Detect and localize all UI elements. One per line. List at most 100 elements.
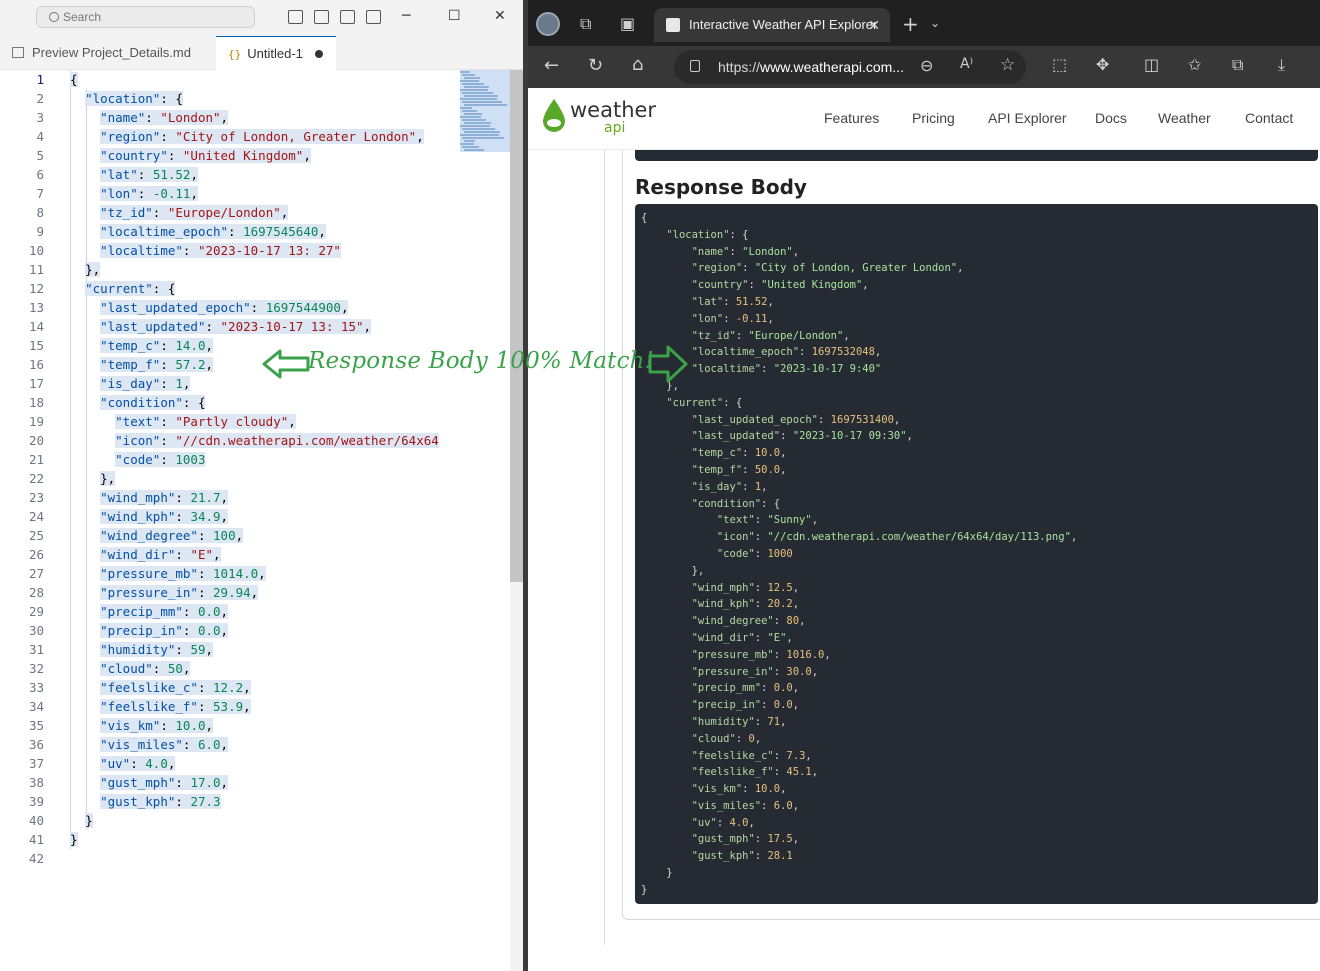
- code-line[interactable]: "condition": {: [70, 393, 452, 412]
- refresh-icon[interactable]: ↻: [588, 55, 603, 76]
- profile-avatar[interactable]: [536, 12, 560, 36]
- command-search-box[interactable]: Search: [36, 6, 255, 28]
- code-line[interactable]: "last_updated_epoch": 1697544900,: [70, 298, 452, 317]
- screenshot-icon[interactable]: ⬚: [1052, 55, 1067, 74]
- code-line[interactable]: "wind_mph": 21.7,: [70, 488, 452, 507]
- code-lines[interactable]: { "location": { "name": "London", "regio…: [70, 70, 452, 868]
- weatherapi-logo-icon[interactable]: [542, 98, 566, 132]
- code-line[interactable]: "localtime_epoch": 1697545640,: [70, 222, 452, 241]
- code-line[interactable]: "is_day": 1,: [70, 374, 452, 393]
- code-line[interactable]: "lat": 51.52,: [70, 165, 452, 184]
- response-body-code[interactable]: { "location": { "name": "London", "regio…: [635, 204, 1318, 904]
- code-line[interactable]: "precip_mm": 0.0,: [70, 602, 452, 621]
- code-line[interactable]: "wind_kph": 34.9,: [70, 507, 452, 526]
- code-line[interactable]: },: [70, 260, 452, 279]
- site-header: weather api Features Pricing API Explore…: [528, 88, 1320, 150]
- extensions-icon[interactable]: ✥: [1096, 55, 1109, 74]
- edge-browser-window: ⧉ ▣ Interactive Weather API Explorer ✕ +…: [528, 0, 1320, 971]
- code-line[interactable]: },: [70, 469, 452, 488]
- code-line[interactable]: [70, 849, 452, 868]
- code-line[interactable]: "icon": "//cdn.weatherapi.com/weather/64…: [70, 431, 452, 450]
- code-line[interactable]: "country": "United Kingdom",: [70, 146, 452, 165]
- response-line: "icon": "//cdn.weatherapi.com/weather/64…: [716, 531, 1078, 544]
- back-arrow-icon[interactable]: ←: [544, 55, 559, 76]
- code-line[interactable]: }: [70, 811, 452, 830]
- response-line: "cloud": 0,: [691, 732, 762, 745]
- minimap-line: [462, 101, 502, 103]
- code-line[interactable]: "last_updated": "2023-10-17 13: 15",: [70, 317, 452, 336]
- minimize-icon[interactable]: ─: [402, 8, 410, 24]
- address-bar[interactable]: https://www.weatherapi.com...: [674, 50, 1026, 84]
- code-line[interactable]: "cloud": 50,: [70, 659, 452, 678]
- toggle-panel-icon[interactable]: [314, 10, 329, 24]
- code-line[interactable]: {: [70, 70, 452, 89]
- nav-contact[interactable]: Contact: [1245, 110, 1293, 126]
- editor-scrollbar[interactable]: [510, 70, 523, 971]
- code-line[interactable]: "name": "London",: [70, 108, 452, 127]
- code-line[interactable]: "current": {: [70, 279, 452, 298]
- code-line[interactable]: "location": {: [70, 89, 452, 108]
- code-line[interactable]: "text": "Partly cloudy",: [70, 412, 452, 431]
- code-line[interactable]: "precip_in": 0.0,: [70, 621, 452, 640]
- toggle-primary-sidebar-icon[interactable]: [288, 10, 303, 24]
- code-line[interactable]: "feelslike_f": 53.9,: [70, 697, 452, 716]
- read-aloud-icon[interactable]: A⁾: [960, 56, 973, 72]
- downloads-icon[interactable]: ⤓: [1278, 55, 1285, 75]
- toggle-secondary-sidebar-icon[interactable]: [340, 10, 355, 24]
- code-line[interactable]: "localtime": "2023-10-17 13: 27": [70, 241, 452, 260]
- nav-weather[interactable]: Weather: [1158, 110, 1211, 126]
- code-line[interactable]: "tz_id": "Europe/London",: [70, 203, 452, 222]
- response-line: "gust_kph": 28.1: [691, 850, 793, 863]
- tab-preview-project-details[interactable]: Preview Project_Details.md: [0, 36, 215, 70]
- new-tab-icon[interactable]: +: [902, 12, 919, 36]
- line-number: 30: [28, 623, 44, 638]
- maximize-icon[interactable]: ☐: [448, 8, 461, 24]
- code-line[interactable]: "uv": 4.0,: [70, 754, 452, 773]
- code-line[interactable]: "vis_km": 10.0,: [70, 716, 452, 735]
- code-line[interactable]: "wind_dir": "E",: [70, 545, 452, 564]
- logo-wordmark[interactable]: weather: [570, 100, 656, 121]
- browser-tab-active[interactable]: Interactive Weather API Explorer ✕: [654, 8, 890, 42]
- home-icon[interactable]: ⌂: [632, 54, 643, 75]
- split-screen-icon[interactable]: ◫: [1144, 55, 1159, 74]
- nav-features[interactable]: Features: [824, 110, 879, 126]
- unsaved-dot-icon[interactable]: [314, 50, 323, 58]
- line-number: 23: [28, 490, 44, 505]
- workspaces-icon[interactable]: ⧉: [580, 14, 591, 34]
- collections-icon[interactable]: ⧉: [1232, 55, 1243, 75]
- code-editor[interactable]: 1 2 3 4 5 6 7 8 9 10 11 12 13 14 15 16 17 18 19 20 21 22 23 24 2…: [0, 70, 510, 971]
- nav-docs[interactable]: Docs: [1095, 110, 1127, 126]
- tab-untitled-1[interactable]: {} Untitled-1: [216, 36, 336, 70]
- minimap-line: [464, 122, 491, 124]
- lock-icon[interactable]: [690, 60, 700, 72]
- scrollbar-thumb[interactable]: [510, 70, 523, 582]
- nav-pricing[interactable]: Pricing: [912, 110, 955, 126]
- tab-list-chevron-down-icon[interactable]: ⌄: [930, 16, 940, 30]
- favorites-icon[interactable]: ✩: [1188, 55, 1201, 74]
- code-line[interactable]: }: [70, 830, 452, 849]
- minimap[interactable]: [460, 70, 510, 152]
- code-line[interactable]: "feelslike_c": 12.2,: [70, 678, 452, 697]
- response-line: "last_updated": "2023-10-17 09:30",: [691, 430, 913, 443]
- minimap-line: [462, 119, 486, 121]
- code-line[interactable]: "pressure_in": 29.94,: [70, 583, 452, 602]
- zoom-out-icon[interactable]: ⊖: [920, 56, 933, 75]
- close-tab-icon[interactable]: ✕: [868, 8, 880, 42]
- close-window-icon[interactable]: ✕: [494, 8, 506, 24]
- tab-actions-icon[interactable]: ▣: [620, 14, 635, 33]
- response-line: "name": "London",: [691, 245, 800, 258]
- code-line[interactable]: "humidity": 59,: [70, 640, 452, 659]
- logo-subtext[interactable]: api: [604, 120, 625, 136]
- code-line[interactable]: "wind_degree": 100,: [70, 526, 452, 545]
- code-line[interactable]: "vis_miles": 6.0,: [70, 735, 452, 754]
- code-line[interactable]: "region": "City of London, Greater Londo…: [70, 127, 452, 146]
- code-line[interactable]: "pressure_mb": 1014.0,: [70, 564, 452, 583]
- favorite-star-icon[interactable]: ☆: [1000, 55, 1015, 75]
- address-host: www.weatherapi.com...: [760, 59, 904, 75]
- code-line[interactable]: "lon": -0.11,: [70, 184, 452, 203]
- customize-layout-icon[interactable]: [366, 10, 381, 24]
- code-line[interactable]: "gust_kph": 27.3: [70, 792, 452, 811]
- code-line[interactable]: "gust_mph": 17.0,: [70, 773, 452, 792]
- nav-api-explorer[interactable]: API Explorer: [988, 110, 1067, 126]
- code-line[interactable]: "code": 1003: [70, 450, 452, 469]
